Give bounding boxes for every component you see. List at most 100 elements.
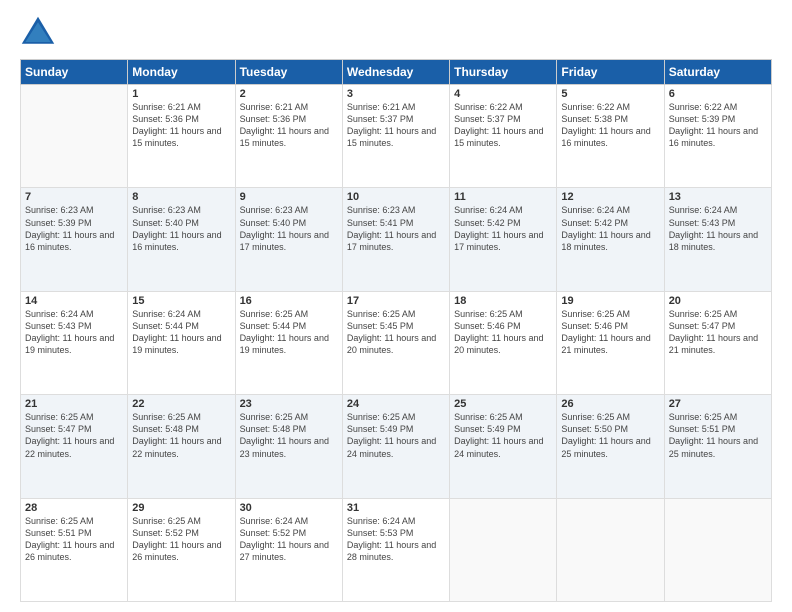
- day-cell-4: 4Sunrise: 6:22 AMSunset: 5:37 PMDaylight…: [450, 85, 557, 188]
- day-number: 15: [132, 295, 230, 307]
- day-info: Sunrise: 6:23 AMSunset: 5:41 PMDaylight:…: [347, 204, 445, 253]
- header-thursday: Thursday: [450, 60, 557, 85]
- day-cell-8: 8Sunrise: 6:23 AMSunset: 5:40 PMDaylight…: [128, 188, 235, 291]
- day-number: 8: [132, 191, 230, 203]
- day-cell-16: 16Sunrise: 6:25 AMSunset: 5:44 PMDayligh…: [235, 291, 342, 394]
- day-cell-2: 2Sunrise: 6:21 AMSunset: 5:36 PMDaylight…: [235, 85, 342, 188]
- day-cell-22: 22Sunrise: 6:25 AMSunset: 5:48 PMDayligh…: [128, 395, 235, 498]
- day-info: Sunrise: 6:25 AMSunset: 5:49 PMDaylight:…: [347, 411, 445, 460]
- day-info: Sunrise: 6:21 AMSunset: 5:36 PMDaylight:…: [132, 101, 230, 150]
- day-info: Sunrise: 6:21 AMSunset: 5:37 PMDaylight:…: [347, 101, 445, 150]
- day-info: Sunrise: 6:23 AMSunset: 5:40 PMDaylight:…: [240, 204, 338, 253]
- day-cell-31: 31Sunrise: 6:24 AMSunset: 5:53 PMDayligh…: [342, 498, 449, 601]
- day-number: 3: [347, 88, 445, 100]
- day-number: 5: [561, 88, 659, 100]
- day-info: Sunrise: 6:25 AMSunset: 5:51 PMDaylight:…: [669, 411, 767, 460]
- day-cell-14: 14Sunrise: 6:24 AMSunset: 5:43 PMDayligh…: [21, 291, 128, 394]
- logo: [20, 15, 62, 51]
- day-number: 16: [240, 295, 338, 307]
- day-cell-18: 18Sunrise: 6:25 AMSunset: 5:46 PMDayligh…: [450, 291, 557, 394]
- day-cell-23: 23Sunrise: 6:25 AMSunset: 5:48 PMDayligh…: [235, 395, 342, 498]
- day-number: 29: [132, 502, 230, 514]
- day-number: 4: [454, 88, 552, 100]
- day-cell-21: 21Sunrise: 6:25 AMSunset: 5:47 PMDayligh…: [21, 395, 128, 498]
- day-cell-25: 25Sunrise: 6:25 AMSunset: 5:49 PMDayligh…: [450, 395, 557, 498]
- day-number: 13: [669, 191, 767, 203]
- day-number: 21: [25, 398, 123, 410]
- day-number: 20: [669, 295, 767, 307]
- day-cell-3: 3Sunrise: 6:21 AMSunset: 5:37 PMDaylight…: [342, 85, 449, 188]
- day-info: Sunrise: 6:25 AMSunset: 5:49 PMDaylight:…: [454, 411, 552, 460]
- day-info: Sunrise: 6:25 AMSunset: 5:44 PMDaylight:…: [240, 308, 338, 357]
- day-number: 27: [669, 398, 767, 410]
- day-number: 14: [25, 295, 123, 307]
- day-number: 17: [347, 295, 445, 307]
- day-number: 9: [240, 191, 338, 203]
- calendar-table: SundayMondayTuesdayWednesdayThursdayFrid…: [20, 59, 772, 602]
- day-number: 22: [132, 398, 230, 410]
- day-info: Sunrise: 6:24 AMSunset: 5:53 PMDaylight:…: [347, 515, 445, 564]
- day-info: Sunrise: 6:23 AMSunset: 5:40 PMDaylight:…: [132, 204, 230, 253]
- header-saturday: Saturday: [664, 60, 771, 85]
- header-wednesday: Wednesday: [342, 60, 449, 85]
- day-cell-26: 26Sunrise: 6:25 AMSunset: 5:50 PMDayligh…: [557, 395, 664, 498]
- day-number: 25: [454, 398, 552, 410]
- day-cell-9: 9Sunrise: 6:23 AMSunset: 5:40 PMDaylight…: [235, 188, 342, 291]
- header-friday: Friday: [557, 60, 664, 85]
- day-info: Sunrise: 6:25 AMSunset: 5:48 PMDaylight:…: [240, 411, 338, 460]
- calendar-week-1: 1Sunrise: 6:21 AMSunset: 5:36 PMDaylight…: [21, 85, 772, 188]
- day-number: 6: [669, 88, 767, 100]
- page: SundayMondayTuesdayWednesdayThursdayFrid…: [0, 0, 792, 612]
- day-cell-7: 7Sunrise: 6:23 AMSunset: 5:39 PMDaylight…: [21, 188, 128, 291]
- day-info: Sunrise: 6:22 AMSunset: 5:38 PMDaylight:…: [561, 101, 659, 150]
- day-info: Sunrise: 6:22 AMSunset: 5:39 PMDaylight:…: [669, 101, 767, 150]
- header-monday: Monday: [128, 60, 235, 85]
- day-info: Sunrise: 6:25 AMSunset: 5:46 PMDaylight:…: [454, 308, 552, 357]
- empty-day-cell: [557, 498, 664, 601]
- day-info: Sunrise: 6:25 AMSunset: 5:52 PMDaylight:…: [132, 515, 230, 564]
- day-info: Sunrise: 6:25 AMSunset: 5:47 PMDaylight:…: [669, 308, 767, 357]
- day-number: 18: [454, 295, 552, 307]
- day-number: 26: [561, 398, 659, 410]
- day-info: Sunrise: 6:25 AMSunset: 5:45 PMDaylight:…: [347, 308, 445, 357]
- day-number: 24: [347, 398, 445, 410]
- empty-day-cell: [450, 498, 557, 601]
- empty-day-cell: [664, 498, 771, 601]
- day-cell-19: 19Sunrise: 6:25 AMSunset: 5:46 PMDayligh…: [557, 291, 664, 394]
- day-number: 7: [25, 191, 123, 203]
- day-cell-15: 15Sunrise: 6:24 AMSunset: 5:44 PMDayligh…: [128, 291, 235, 394]
- day-info: Sunrise: 6:24 AMSunset: 5:52 PMDaylight:…: [240, 515, 338, 564]
- day-info: Sunrise: 6:23 AMSunset: 5:39 PMDaylight:…: [25, 204, 123, 253]
- day-cell-10: 10Sunrise: 6:23 AMSunset: 5:41 PMDayligh…: [342, 188, 449, 291]
- day-info: Sunrise: 6:24 AMSunset: 5:44 PMDaylight:…: [132, 308, 230, 357]
- day-cell-29: 29Sunrise: 6:25 AMSunset: 5:52 PMDayligh…: [128, 498, 235, 601]
- day-cell-6: 6Sunrise: 6:22 AMSunset: 5:39 PMDaylight…: [664, 85, 771, 188]
- day-info: Sunrise: 6:24 AMSunset: 5:43 PMDaylight:…: [25, 308, 123, 357]
- day-cell-17: 17Sunrise: 6:25 AMSunset: 5:45 PMDayligh…: [342, 291, 449, 394]
- day-number: 10: [347, 191, 445, 203]
- logo-icon: [20, 15, 56, 51]
- calendar-week-2: 7Sunrise: 6:23 AMSunset: 5:39 PMDaylight…: [21, 188, 772, 291]
- day-info: Sunrise: 6:24 AMSunset: 5:43 PMDaylight:…: [669, 204, 767, 253]
- header-sunday: Sunday: [21, 60, 128, 85]
- day-cell-28: 28Sunrise: 6:25 AMSunset: 5:51 PMDayligh…: [21, 498, 128, 601]
- day-number: 12: [561, 191, 659, 203]
- calendar-header-row: SundayMondayTuesdayWednesdayThursdayFrid…: [21, 60, 772, 85]
- empty-day-cell: [21, 85, 128, 188]
- day-info: Sunrise: 6:25 AMSunset: 5:46 PMDaylight:…: [561, 308, 659, 357]
- day-cell-20: 20Sunrise: 6:25 AMSunset: 5:47 PMDayligh…: [664, 291, 771, 394]
- day-number: 2: [240, 88, 338, 100]
- day-cell-13: 13Sunrise: 6:24 AMSunset: 5:43 PMDayligh…: [664, 188, 771, 291]
- day-number: 11: [454, 191, 552, 203]
- day-info: Sunrise: 6:24 AMSunset: 5:42 PMDaylight:…: [561, 204, 659, 253]
- day-cell-12: 12Sunrise: 6:24 AMSunset: 5:42 PMDayligh…: [557, 188, 664, 291]
- day-number: 1: [132, 88, 230, 100]
- day-cell-27: 27Sunrise: 6:25 AMSunset: 5:51 PMDayligh…: [664, 395, 771, 498]
- calendar-week-5: 28Sunrise: 6:25 AMSunset: 5:51 PMDayligh…: [21, 498, 772, 601]
- day-info: Sunrise: 6:25 AMSunset: 5:51 PMDaylight:…: [25, 515, 123, 564]
- calendar-week-3: 14Sunrise: 6:24 AMSunset: 5:43 PMDayligh…: [21, 291, 772, 394]
- day-info: Sunrise: 6:25 AMSunset: 5:48 PMDaylight:…: [132, 411, 230, 460]
- header-tuesday: Tuesday: [235, 60, 342, 85]
- calendar-week-4: 21Sunrise: 6:25 AMSunset: 5:47 PMDayligh…: [21, 395, 772, 498]
- day-cell-30: 30Sunrise: 6:24 AMSunset: 5:52 PMDayligh…: [235, 498, 342, 601]
